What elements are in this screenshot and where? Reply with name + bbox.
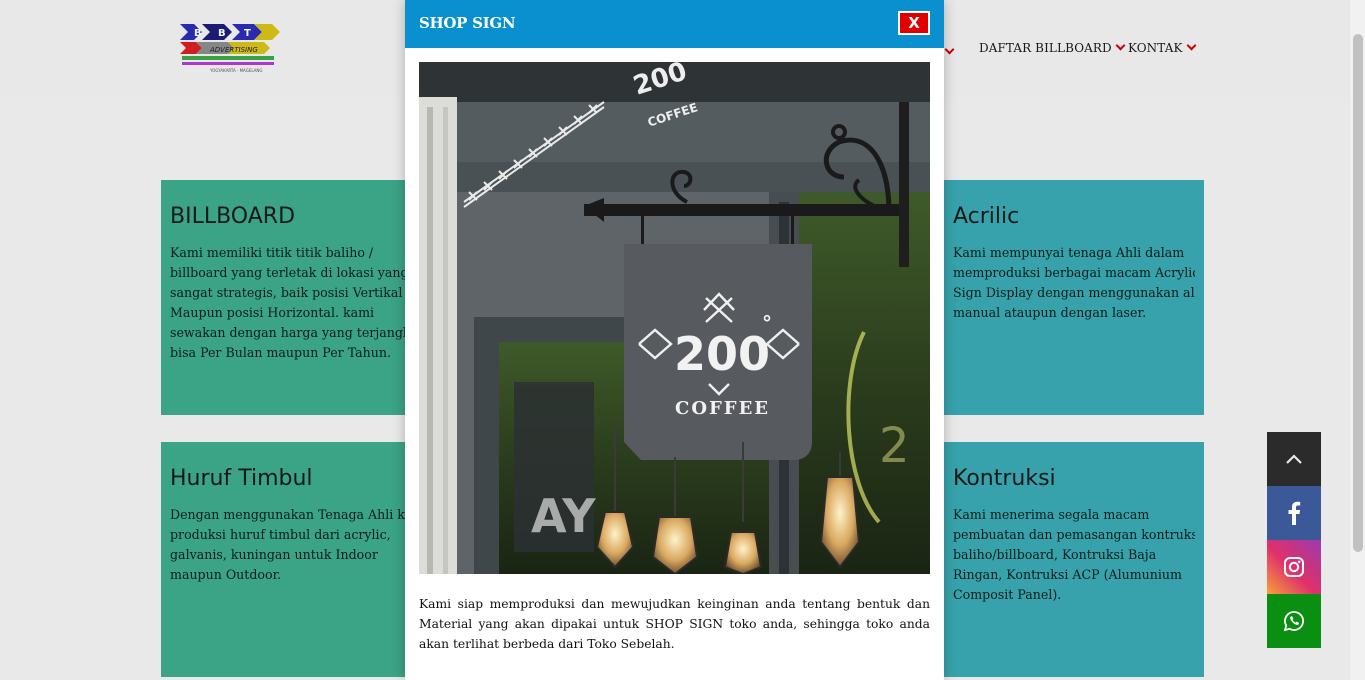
scroll-to-top-button[interactable] [1267, 432, 1321, 486]
whatsapp-icon [1283, 611, 1304, 632]
shop-sign-modal: SHOP SIGN X AY 200 COFFEE 200 ° COFFEE 2… [405, 0, 944, 680]
whatsapp-button[interactable] [1267, 594, 1321, 648]
svg-text:AY: AY [531, 489, 596, 543]
modal-header: SHOP SIGN X [405, 0, 944, 48]
sign-degree: ° [762, 311, 772, 335]
scrollbar-thumb[interactable] [1353, 34, 1363, 552]
modal-title: SHOP SIGN [419, 14, 516, 32]
svg-text:2: 2 [879, 418, 910, 474]
instagram-button[interactable] [1267, 540, 1321, 594]
sign-number: 200 [674, 327, 770, 381]
close-button[interactable]: X [898, 11, 930, 35]
instagram-icon [1284, 557, 1304, 577]
sign-word: COFFEE [675, 398, 770, 419]
shop-sign-photo: AY 200 COFFEE 200 ° COFFEE 2 [419, 62, 930, 574]
page-scrollbar[interactable] [1349, 0, 1365, 680]
facebook-icon [1288, 501, 1301, 525]
chevron-up-icon [1286, 454, 1302, 464]
facebook-button[interactable] [1267, 486, 1321, 540]
modal-description: Kami siap memproduksi dan mewujudkan kei… [419, 597, 930, 651]
